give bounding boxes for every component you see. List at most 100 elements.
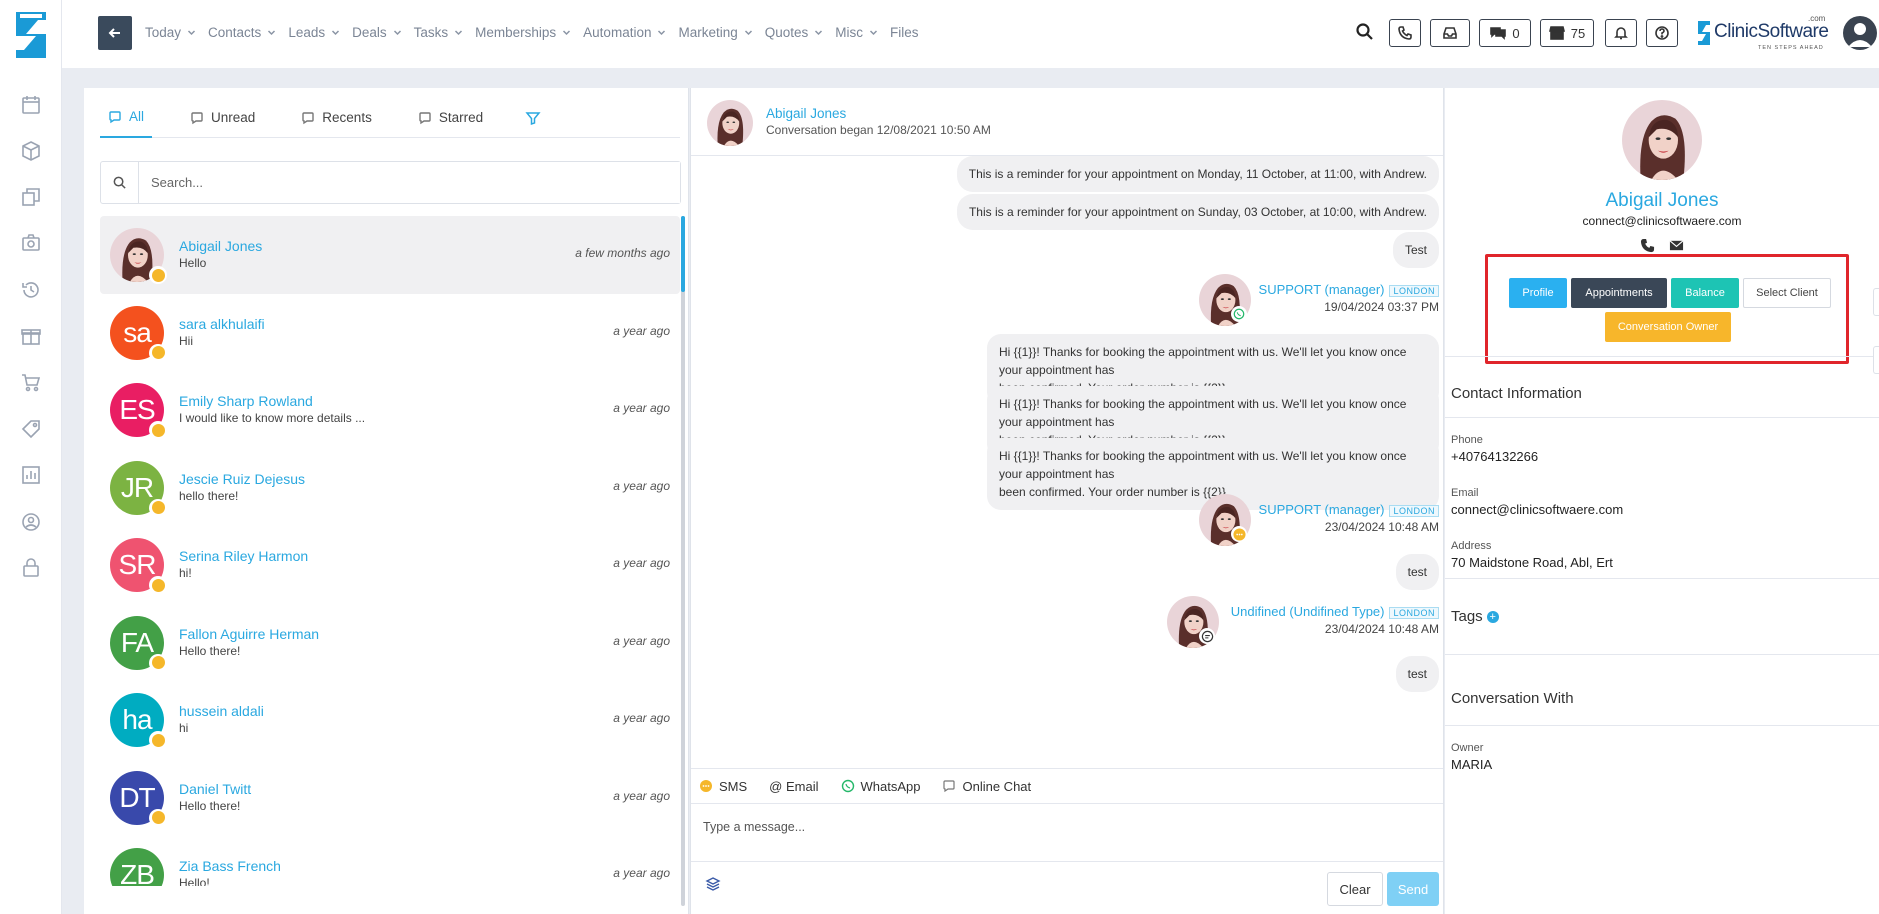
last-message: hello there! (179, 488, 239, 503)
list-item[interactable]: Abigail Jones Hello a few months ago (100, 216, 680, 294)
side-drawer-tab[interactable] (1873, 288, 1879, 316)
nav-item-automation[interactable]: Automation (583, 25, 666, 40)
layers-icon[interactable] (705, 876, 721, 892)
channel-tab-whatsapp[interactable]: WhatsApp (841, 779, 920, 794)
balance-button[interactable]: Balance (1671, 278, 1739, 308)
message-input[interactable] (691, 804, 1443, 862)
send-button[interactable]: Send (1387, 872, 1439, 906)
envelope-icon[interactable] (1669, 238, 1684, 253)
message-bubble: test (1395, 554, 1439, 590)
user-avatar-icon[interactable] (1843, 16, 1877, 50)
contact-name: Jescie Ruiz Dejesus (179, 470, 306, 487)
nav-item-deals[interactable]: Deals (352, 25, 402, 40)
tab-starred[interactable]: Starred (410, 98, 491, 138)
add-tag-icon[interactable]: + (1486, 611, 1499, 624)
clear-button[interactable]: Clear (1327, 872, 1383, 906)
help-button[interactable] (1646, 19, 1678, 47)
tags-icon[interactable] (20, 418, 42, 440)
side-drawer-tab[interactable] (1873, 346, 1879, 374)
nav-item-today[interactable]: Today (145, 25, 196, 40)
copy-icon[interactable] (20, 186, 42, 208)
app-logo-icon[interactable] (8, 8, 54, 62)
back-button[interactable] (98, 16, 132, 50)
contact-name: Abigail Jones (179, 238, 263, 254)
contact-name: Fallon Aguirre Herman (179, 625, 320, 642)
lock-icon[interactable] (20, 557, 42, 579)
profile-button[interactable]: Profile (1509, 278, 1567, 308)
nav-item-label: Quotes (764, 24, 809, 40)
tab-recents[interactable]: Recents (293, 98, 380, 138)
inbox-button[interactable] (1430, 19, 1470, 47)
nav-item-misc[interactable]: Misc (835, 25, 878, 40)
history-icon[interactable] (20, 279, 42, 301)
search-input[interactable] (139, 162, 680, 203)
phone-icon[interactable] (1640, 238, 1655, 253)
bell-icon (1614, 27, 1628, 40)
contact-name: Serina Riley Harmon (179, 548, 309, 564)
brand-logo: ClinicSoftware .com TEN STEPS AHEAD (1696, 14, 1829, 51)
help-icon (1655, 26, 1669, 40)
list-item[interactable]: SR Serina Riley Harmon hi! a year ago (100, 526, 680, 604)
tab-unread[interactable]: Unread (182, 98, 263, 138)
camera-icon[interactable] (20, 232, 42, 254)
user-circle-icon[interactable] (20, 511, 42, 533)
chat-bubble-icon (302, 111, 314, 124)
calendar-icon[interactable] (20, 94, 42, 116)
search-icon[interactable] (1355, 22, 1375, 42)
channel-tab-email[interactable]: @ Email (769, 779, 818, 794)
tab-label: Recents (322, 110, 372, 125)
message-sender: SUPPORT (manager) LONDON 23/04/2024 10:48 … (1199, 494, 1439, 552)
list-item[interactable]: JR Jescie Ruiz Dejesus hello there! a year … (100, 449, 680, 527)
tab-all[interactable]: All (100, 98, 153, 138)
scrollbar-thumb[interactable] (681, 216, 685, 292)
chat-bubble-icon (419, 111, 431, 124)
nav-item-quotes[interactable]: Quotes (765, 25, 824, 40)
chevron-down-icon (744, 28, 753, 37)
list-item[interactable]: ha hussein aldali hi a year ago (100, 681, 680, 759)
nav-item-files[interactable]: Files (890, 25, 919, 40)
channel-tab-sms[interactable]: SMS (699, 779, 747, 794)
channel-tab-label: @ Email (769, 778, 819, 794)
filter-icon[interactable] (525, 110, 541, 126)
message-bubble: test (1395, 656, 1439, 692)
sms-channel-icon (1231, 526, 1247, 542)
conversation-owner-button[interactable]: Conversation Owner (1605, 312, 1731, 342)
nav-item-memberships[interactable]: Memberships (475, 25, 571, 40)
appointments-button[interactable]: Appointments (1571, 278, 1667, 308)
list-item[interactable]: DT Daniel Twitt Hello there! a year ago (100, 759, 680, 837)
message-text: test (1407, 667, 1427, 681)
cart-icon[interactable] (20, 371, 42, 393)
last-message: Hello! (179, 876, 210, 886)
chats-button[interactable]: 0 (1479, 19, 1531, 47)
notifications-button[interactable] (1605, 19, 1637, 47)
list-item[interactable]: ZB Zia Bass French Hello! a year ago (100, 836, 680, 886)
sms-channel-icon (149, 266, 167, 284)
nav-item-marketing[interactable]: Marketing (678, 25, 752, 40)
select-client-button[interactable]: Select Client (1743, 278, 1831, 308)
nav-item-contacts[interactable]: Contacts (208, 25, 276, 40)
store-button[interactable]: 75 (1540, 19, 1594, 47)
chat-contact-name[interactable]: Abigail Jones (766, 106, 846, 121)
message-bubble: Test (1392, 232, 1439, 268)
nav-item-label: Leads (288, 24, 326, 40)
list-item[interactable]: FA Fallon Aguirre Herman Hello there! a yea… (100, 604, 680, 682)
message-text: Hi {{1}}! Thanks for booking the appoint… (999, 345, 1407, 377)
phone-call-button[interactable] (1389, 19, 1421, 47)
contact-avatar (707, 100, 753, 146)
chat-panel: Abigail Jones Conversation began 12/08/2… (690, 88, 1444, 914)
list-scrollbar[interactable] (681, 216, 685, 906)
contact-name: Zia Bass French (179, 858, 281, 874)
last-message: Hii (179, 333, 193, 348)
channel-tab-onlinechat[interactable]: Online Chat (942, 779, 1031, 794)
message-time: 23/04/2024 10:48 AM (1324, 520, 1439, 534)
sender-name: Undifined (Undifined Type) LONDON (1231, 604, 1439, 619)
gift-icon[interactable] (20, 325, 42, 347)
list-item[interactable]: ES Emily Sharp Rowland I would like to kno… (100, 371, 680, 449)
conversation-with-section: Conversation With Owner MARIA (1445, 654, 1879, 772)
box-icon[interactable] (20, 140, 42, 162)
nav-item-tasks[interactable]: Tasks (414, 25, 464, 40)
nav-item-leads[interactable]: Leads (288, 25, 340, 40)
chat-bubble-icon (191, 111, 203, 124)
report-icon[interactable] (20, 464, 42, 486)
list-item[interactable]: sa sara alkhulaifi Hii a year ago (100, 294, 680, 372)
